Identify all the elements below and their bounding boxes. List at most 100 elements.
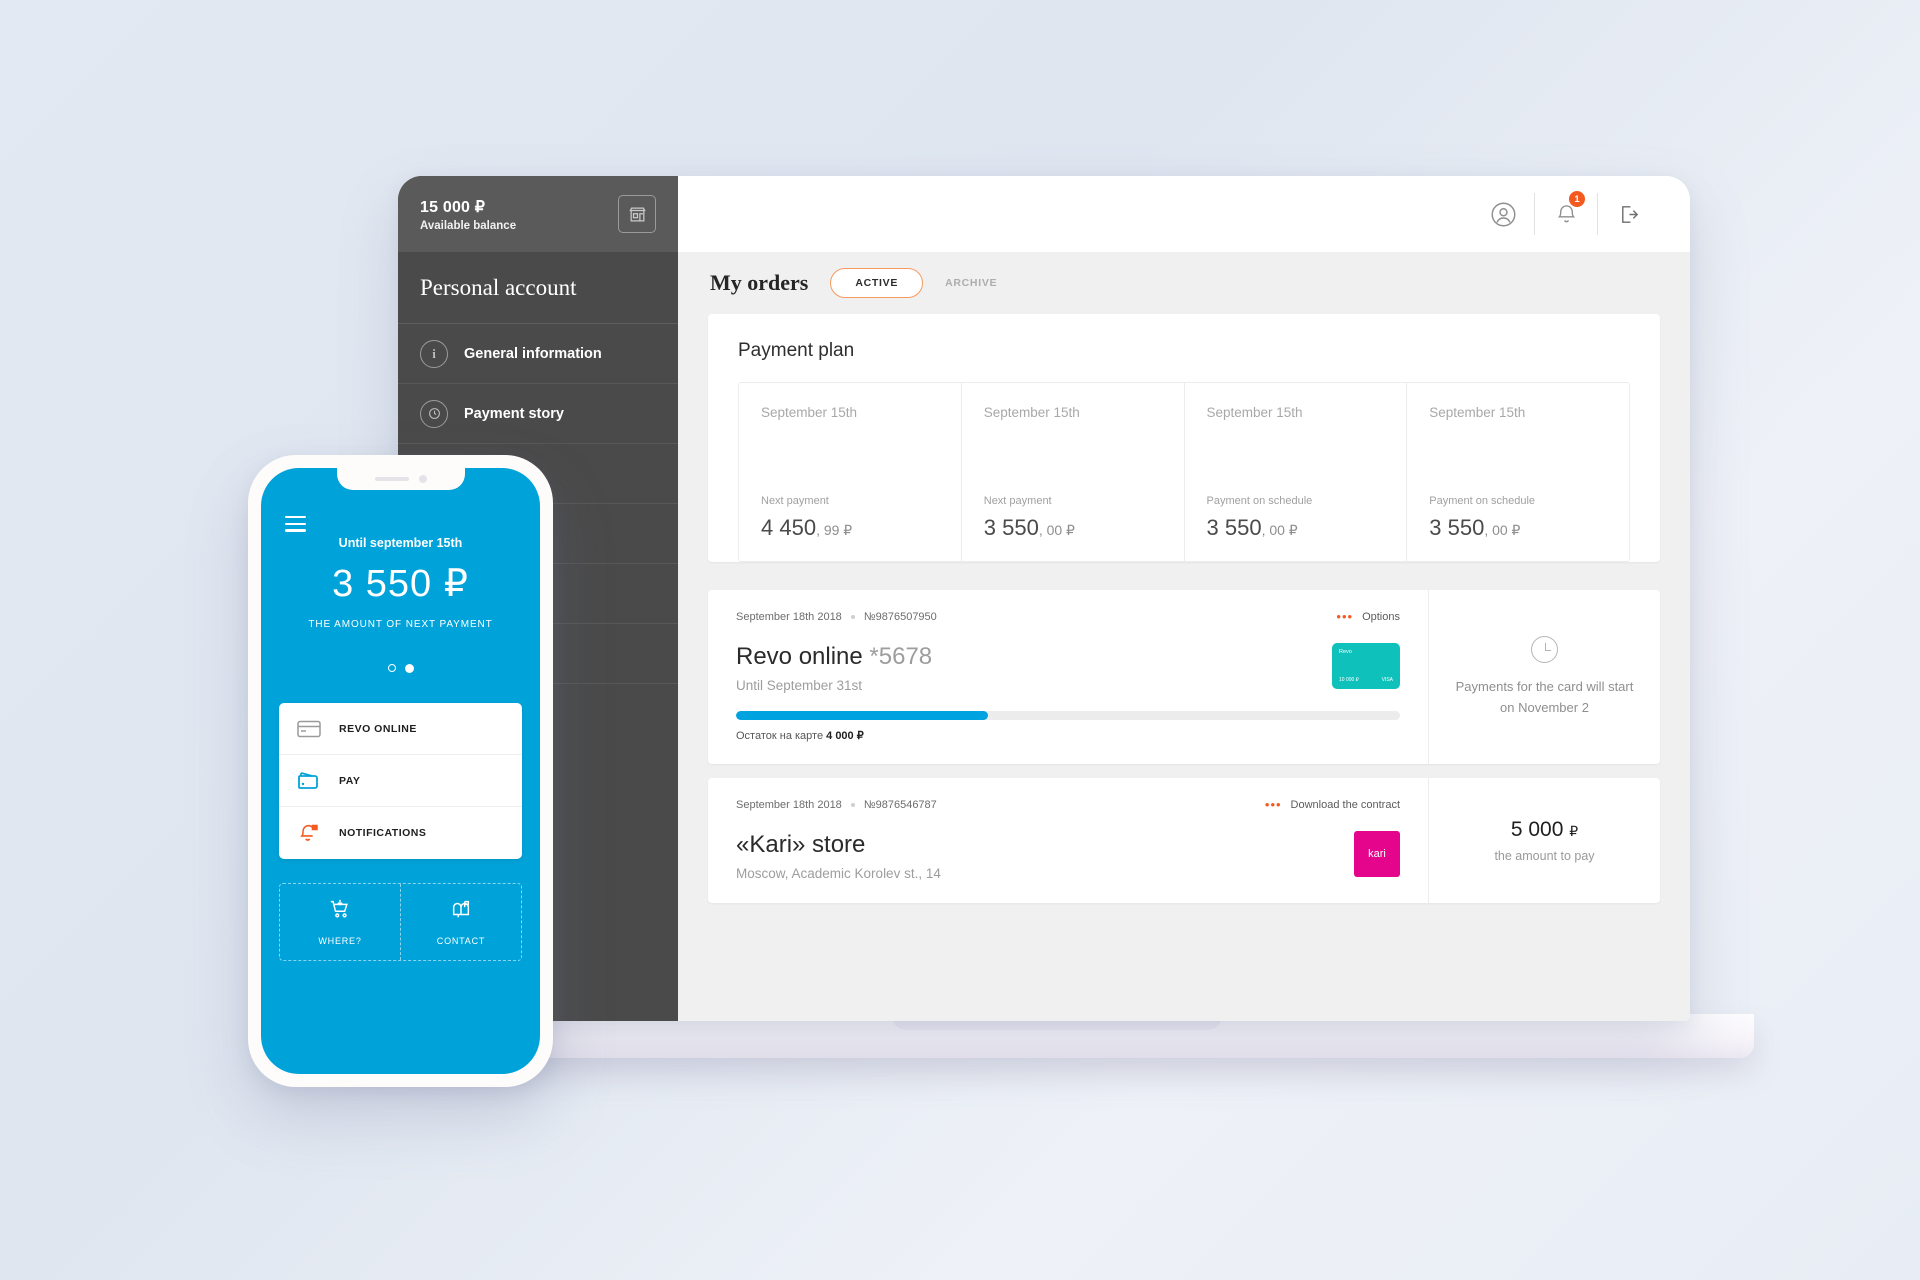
order-progress-note: Остаток на карте 4 000 ₽ xyxy=(736,729,1400,742)
store-icon-button[interactable] xyxy=(618,195,656,233)
payment-label: Payment on schedule xyxy=(1206,495,1313,507)
phone-notch xyxy=(336,468,465,490)
payment-amount: 3 550, 00 ₽ xyxy=(1429,515,1607,541)
order-name: «Kari» store xyxy=(736,831,866,858)
phone-mockup: Until september 15th 3 550 ₽ THE AMOUNT … xyxy=(248,455,553,1087)
clock-icon xyxy=(1531,636,1558,664)
speaker-icon xyxy=(374,477,409,481)
progress-note-prefix: Остаток на карте xyxy=(736,730,827,742)
phone-action-label: CONTACT xyxy=(436,936,486,946)
payment-date: September 15th xyxy=(983,405,1080,420)
sidebar-item-general-information[interactable]: i General information xyxy=(398,324,678,384)
phone-menu-label: PAY xyxy=(339,774,361,787)
order-number: №9876507950 xyxy=(863,610,937,623)
currency-symbol: ₽ xyxy=(1569,823,1579,839)
clock-icon xyxy=(420,399,448,428)
web-app: 15 000 ₽ Available balance Personal acco… xyxy=(398,176,1690,1021)
payment-label: Next payment xyxy=(761,495,829,507)
carousel-dot[interactable] xyxy=(387,664,396,672)
camera-icon xyxy=(418,475,427,483)
tab-archive[interactable]: ARCHIVE xyxy=(945,277,997,289)
order-subtitle: Until September 31st xyxy=(736,678,863,693)
phone-amount: 3 550 ₽ xyxy=(332,563,469,605)
order-action-label: Download the contract xyxy=(1290,798,1400,811)
order-action-label: Options xyxy=(1362,610,1400,623)
amount-cents: , 00 ₽ xyxy=(1261,522,1298,538)
phone-action-where[interactable]: WHERE? xyxy=(280,884,401,960)
phone-actions: WHERE? CONTACT xyxy=(279,883,522,961)
payment-plan-cell: September 15th Next payment 4 450, 99 ₽ xyxy=(739,383,962,561)
kari-logo: kari xyxy=(1354,831,1400,877)
order-date: September 18th 2018 xyxy=(736,610,842,623)
order-details: September 18th 2018 №9876546787 ••• Down… xyxy=(708,778,1428,903)
payment-amount: 3 550, 00 ₽ xyxy=(984,515,1162,541)
order-body: «Kari» store Moscow, Academic Korolev st… xyxy=(736,831,1400,881)
balance-label: Available balance xyxy=(420,219,517,232)
amount-major: 3 550 xyxy=(1429,515,1485,540)
order-progress-bar xyxy=(736,711,1400,720)
amount-major: 3 550 xyxy=(1206,515,1262,540)
logout-icon[interactable] xyxy=(1598,194,1660,234)
bell-alert-icon xyxy=(297,822,327,844)
phone-menu-item-notifications[interactable]: NOTIFICATIONS xyxy=(279,807,522,859)
orders-content: Payment plan September 15th Next payment… xyxy=(678,314,1690,1021)
user-account-icon[interactable] xyxy=(1472,194,1534,234)
order-options-button[interactable]: ••• Options xyxy=(1336,610,1400,623)
phone-menu-item-revo-online[interactable]: REVO ONLINE xyxy=(279,703,522,755)
order-body: Revo online *5678 Until September 31st R… xyxy=(736,643,1400,693)
laptop-screen: 15 000 ₽ Available balance Personal acco… xyxy=(398,176,1690,1021)
amount-major: 4 450 xyxy=(761,515,817,540)
order-subtitle: Moscow, Academic Korolev st., 14 xyxy=(736,866,941,881)
sidebar-balance: 15 000 ₽ Available balance xyxy=(398,176,678,252)
phone-hero: Until september 15th 3 550 ₽ THE AMOUNT … xyxy=(261,536,540,630)
payment-plan-cell: September 15th Payment on schedule 3 550… xyxy=(1407,383,1629,561)
phone-screen: Until september 15th 3 550 ₽ THE AMOUNT … xyxy=(261,468,540,1074)
hamburger-menu-icon[interactable] xyxy=(285,516,306,536)
sidebar-item-payment-story[interactable]: Payment story xyxy=(398,384,678,444)
order-amount-label: the amount to pay xyxy=(1494,849,1595,863)
topbar: 1 xyxy=(678,176,1690,252)
phone-until-label: Until september 15th xyxy=(338,536,463,550)
orders-header: My orders ACTIVE ARCHIVE xyxy=(678,252,1690,314)
phone-action-contact[interactable]: CONTACT xyxy=(401,884,521,960)
order-name-text: Revo online xyxy=(736,643,870,670)
payment-amount: 3 550, 00 ₽ xyxy=(1207,515,1385,541)
payment-label: Payment on schedule xyxy=(1429,495,1536,507)
info-icon: i xyxy=(420,339,448,368)
sidebar-title: Personal account xyxy=(398,252,678,324)
order-card: September 18th 2018 №9876546787 ••• Down… xyxy=(708,778,1660,903)
amount-value: 5 000 xyxy=(1510,818,1570,841)
payment-plan-title: Payment plan xyxy=(738,340,855,361)
phone-menu: REVO ONLINE PAY NOTIFICATIONS xyxy=(279,703,522,859)
payment-plan-cell: September 15th Payment on schedule 3 550… xyxy=(1185,383,1408,561)
balance-amount: 15 000 ₽ xyxy=(420,198,486,216)
payment-label: Next payment xyxy=(983,495,1052,507)
amount-cents: , 99 ₽ xyxy=(816,522,853,538)
carousel-dots[interactable] xyxy=(261,664,540,673)
order-amount-to-pay: 5 000 ₽ xyxy=(1511,818,1578,842)
tab-active[interactable]: ACTIVE xyxy=(830,268,924,298)
notification-badge: 1 xyxy=(1569,191,1585,207)
payment-date: September 15th xyxy=(1429,405,1526,420)
laptop-mockup: 15 000 ₽ Available balance Personal acco… xyxy=(334,176,1754,1058)
ellipsis-icon: ••• xyxy=(1336,609,1354,624)
download-contract-button[interactable]: ••• Download the contract xyxy=(1265,798,1400,811)
order-side-text: Payments for the card will start on Nove… xyxy=(1455,679,1634,715)
order-side-panel: Payments for the card will start on Nove… xyxy=(1428,590,1660,764)
separator-dot xyxy=(850,614,855,619)
wallet-icon xyxy=(297,771,327,791)
order-side-panel: 5 000 ₽ the amount to pay xyxy=(1428,778,1660,903)
order-details: September 18th 2018 №9876507950 ••• Opti… xyxy=(708,590,1428,764)
carousel-dot-active[interactable] xyxy=(404,664,414,673)
phone-action-label: WHERE? xyxy=(318,936,362,946)
phone-menu-label: NOTIFICATIONS xyxy=(339,827,427,839)
store-icon xyxy=(628,207,646,221)
order-card-mask: *5678 xyxy=(869,643,933,670)
phone-menu-item-pay[interactable]: PAY xyxy=(279,755,522,807)
main-area: 1 My orders ACTIVE ARCHIVE Payment plan … xyxy=(678,176,1690,1021)
mailbox-icon xyxy=(449,898,473,925)
phone-amount-note: THE AMOUNT OF NEXT PAYMENT xyxy=(308,619,493,630)
progress-note-value: 4 000 ₽ xyxy=(826,730,864,742)
payment-amount: 4 450, 99 ₽ xyxy=(761,515,939,541)
notifications-bell-icon[interactable]: 1 xyxy=(1535,191,1597,234)
